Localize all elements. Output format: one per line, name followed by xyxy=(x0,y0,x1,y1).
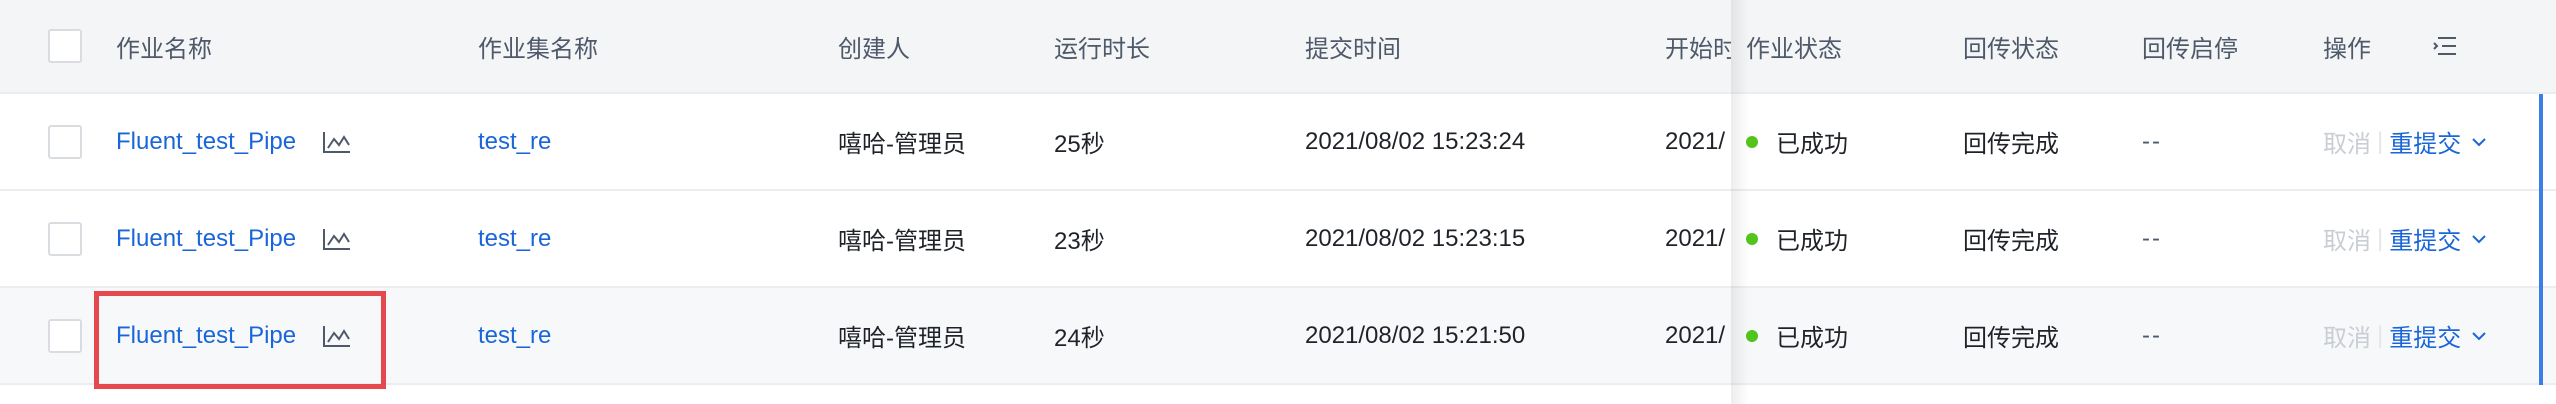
creator-cell: 嘻哈-管理员 xyxy=(838,228,966,255)
row-checkbox[interactable] xyxy=(48,221,82,256)
transmit-toggle-cell: -- xyxy=(2142,224,2162,252)
status-text: 已成功 xyxy=(1776,228,1848,255)
submit-time-cell: 2021/08/02 15:21:50 xyxy=(1305,321,1526,349)
job-name-link[interactable]: Fluent_test_Pipe xyxy=(116,322,296,350)
header-start-time[interactable]: 开始时 xyxy=(1665,0,1731,92)
cancel-button[interactable]: 取消 xyxy=(2323,124,2371,159)
header-creator[interactable]: 创建人 xyxy=(838,0,910,92)
scrollbar[interactable] xyxy=(2539,94,2543,385)
chevron-down-icon[interactable] xyxy=(2471,234,2487,244)
submit-time-cell: 2021/08/02 15:23:24 xyxy=(1305,127,1526,155)
op-divider: | xyxy=(2377,224,2384,252)
transmit-toggle-cell: -- xyxy=(2142,127,2162,155)
job-name-link[interactable]: Fluent_test_Pipe xyxy=(116,128,296,156)
row-checkbox[interactable] xyxy=(48,318,82,353)
op-divider: | xyxy=(2377,321,2384,349)
header-submit-time[interactable]: 提交时间 xyxy=(1305,0,1401,92)
resubmit-button[interactable]: 重提交 xyxy=(2389,221,2461,256)
table-row[interactable]: Fluent_test_Pipe test_re 嘻哈-管理员 24秒 2021… xyxy=(0,288,2556,385)
header-job-name[interactable]: 作业名称 xyxy=(116,0,212,92)
status-text: 已成功 xyxy=(1776,131,1848,158)
resubmit-button[interactable]: 重提交 xyxy=(2389,318,2461,353)
run-duration-cell: 23秒 xyxy=(1054,228,1105,255)
start-time-cell: 2021/ xyxy=(1665,127,1726,155)
row-checkbox[interactable] xyxy=(48,124,82,159)
jobs-table: 作业名称 作业集名称 创建人 运行时长 提交时间 开始时 作业状态 回传状态 回… xyxy=(0,0,2556,404)
header-operations: 操作 xyxy=(2323,35,2371,63)
start-time-cell: 2021/ xyxy=(1665,224,1726,252)
table-row[interactable]: Fluent_test_Pipe test_re 嘻哈-管理员 25秒 2021… xyxy=(0,94,2556,191)
creator-cell: 嘻哈-管理员 xyxy=(838,131,966,158)
submit-time-cell: 2021/08/02 15:23:15 xyxy=(1305,224,1526,252)
creator-cell: 嘻哈-管理员 xyxy=(838,325,966,352)
select-all-checkbox[interactable] xyxy=(48,29,82,63)
chevron-down-icon[interactable] xyxy=(2471,137,2487,147)
cancel-button[interactable]: 取消 xyxy=(2323,318,2371,353)
job-set-link[interactable]: test_re xyxy=(478,225,551,253)
line-chart-icon[interactable] xyxy=(322,130,352,154)
transmit-toggle-cell: -- xyxy=(2142,321,2162,349)
op-divider: | xyxy=(2377,127,2384,155)
header-job-status[interactable]: 作业状态 xyxy=(1746,0,1842,92)
chevron-down-icon[interactable] xyxy=(2471,331,2487,341)
start-time-cell: 2021/ xyxy=(1665,321,1726,349)
transmit-status-cell: 回传完成 xyxy=(1963,131,2059,158)
header-transmit-toggle[interactable]: 回传启停 xyxy=(2142,0,2238,92)
job-set-link[interactable]: test_re xyxy=(478,322,551,350)
list-settings-icon[interactable] xyxy=(2432,0,2458,92)
cancel-button[interactable]: 取消 xyxy=(2323,221,2371,256)
resubmit-button[interactable]: 重提交 xyxy=(2389,124,2461,159)
table-row[interactable] xyxy=(0,385,2556,404)
success-dot-icon xyxy=(1746,329,1758,342)
line-chart-icon[interactable] xyxy=(322,227,352,251)
run-duration-cell: 25秒 xyxy=(1054,131,1105,158)
job-name-link[interactable]: Fluent_test_Pipe xyxy=(116,225,296,253)
run-duration-cell: 24秒 xyxy=(1054,325,1105,352)
table-header: 作业名称 作业集名称 创建人 运行时长 提交时间 开始时 作业状态 回传状态 回… xyxy=(0,0,2556,94)
job-set-link[interactable]: test_re xyxy=(478,128,551,156)
success-dot-icon xyxy=(1746,232,1758,245)
line-chart-icon[interactable] xyxy=(322,324,352,348)
header-run-duration[interactable]: 运行时长 xyxy=(1054,0,1150,92)
status-text: 已成功 xyxy=(1776,325,1848,352)
table-row[interactable]: Fluent_test_Pipe test_re 嘻哈-管理员 23秒 2021… xyxy=(0,191,2556,288)
transmit-status-cell: 回传完成 xyxy=(1963,325,2059,352)
success-dot-icon xyxy=(1746,135,1758,148)
header-job-set-name[interactable]: 作业集名称 xyxy=(478,0,598,92)
transmit-status-cell: 回传完成 xyxy=(1963,228,2059,255)
header-transmit-status[interactable]: 回传状态 xyxy=(1963,0,2059,92)
